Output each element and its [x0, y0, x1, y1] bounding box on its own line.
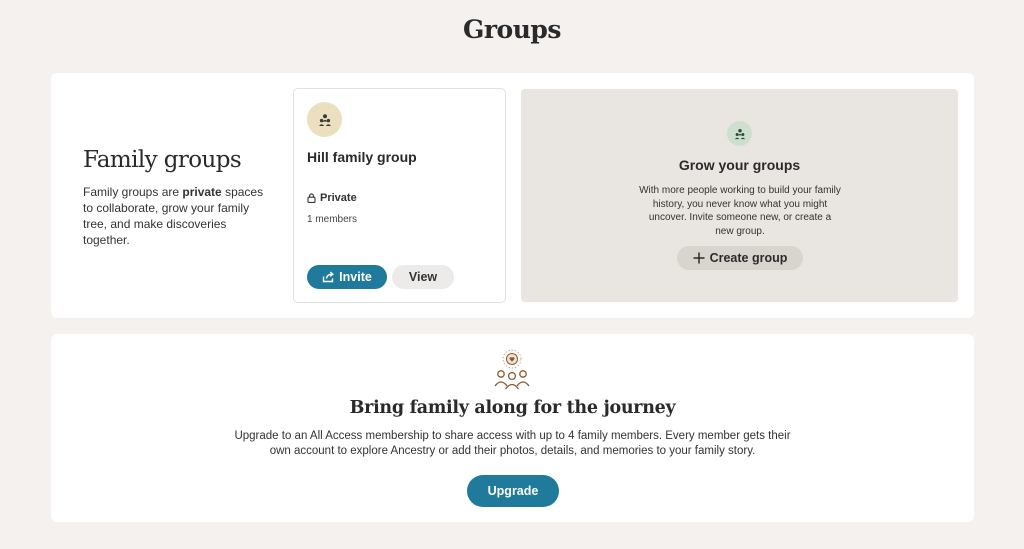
intro-text-bold: private	[182, 185, 222, 199]
lock-icon	[307, 193, 316, 203]
family-panel-text: Upgrade to an All Access membership to s…	[234, 430, 791, 457]
view-button[interactable]: View	[392, 265, 454, 289]
people-group-icon	[307, 102, 342, 137]
member-count: 1 members	[307, 214, 358, 225]
invite-button[interactable]: Invite	[307, 265, 387, 289]
groups-panel: Family groups Family groups are private …	[51, 73, 974, 318]
family-upgrade-panel: Bring family along for the journey Upgra…	[51, 334, 974, 522]
privacy-label: Private	[307, 192, 357, 204]
group-card[interactable]: Hill family group Private 1 members Invi…	[293, 88, 506, 303]
page-title: Groups	[463, 15, 561, 44]
grow-groups-title: Grow your groups	[678, 157, 801, 173]
create-group-label: Create group	[709, 251, 788, 265]
upgrade-button[interactable]: Upgrade	[467, 475, 559, 507]
people-group-icon	[727, 121, 752, 146]
grow-groups-card: Grow your groups With more people workin…	[521, 89, 958, 302]
create-group-button[interactable]: Create group	[677, 246, 803, 270]
plus-icon	[693, 252, 705, 264]
groups-page: Groups Family groups Family groups are p…	[0, 0, 1024, 549]
group-name[interactable]: Hill family group	[307, 149, 417, 165]
intro-text: Family groups are private spaces to coll…	[83, 184, 273, 248]
intro-text-before: Family groups are	[83, 185, 183, 199]
family-heart-icon	[494, 349, 530, 390]
grow-groups-text: With more people working to build your f…	[639, 185, 841, 237]
intro-heading: Family groups	[83, 147, 242, 173]
privacy-text: Private	[320, 192, 357, 204]
family-panel-title: Bring family along for the journey	[349, 398, 676, 418]
share-icon	[322, 271, 335, 283]
family-groups-intro: Family groups Family groups are private …	[83, 147, 273, 248]
invite-label: Invite	[339, 270, 372, 284]
